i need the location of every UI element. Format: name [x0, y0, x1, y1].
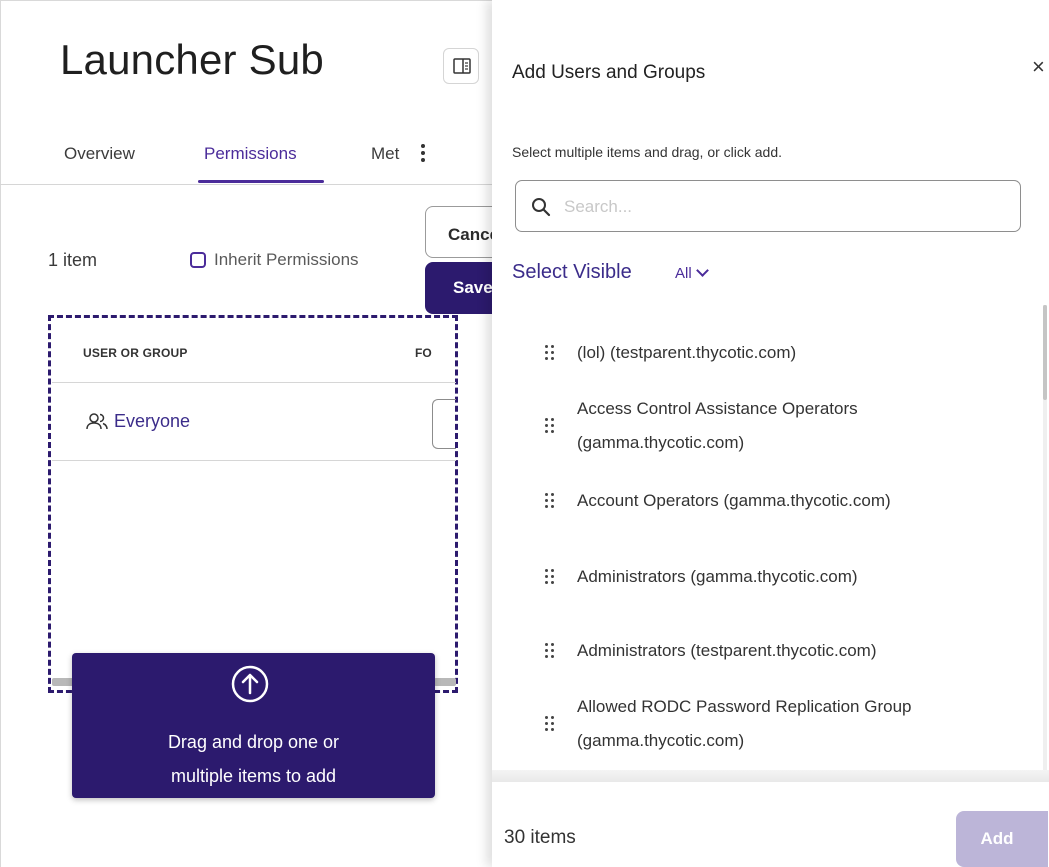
panel-toggle-icon	[453, 58, 471, 74]
header-divider	[52, 382, 456, 383]
tab-overview[interactable]: Overview	[64, 144, 135, 164]
drag-handle-icon[interactable]	[545, 493, 555, 509]
users-icon	[86, 413, 108, 430]
table-row-user[interactable]: Everyone	[86, 411, 190, 432]
drag-handle-icon[interactable]	[545, 643, 555, 659]
drag-handle-icon[interactable]	[545, 716, 555, 732]
horizontal-scroll-right[interactable]	[434, 678, 456, 686]
drawer-hint: Select multiple items and drag, or click…	[512, 144, 783, 160]
row-divider	[52, 460, 456, 461]
active-tab-indicator	[198, 180, 324, 183]
drag-drop-line-1: Drag and drop one or	[167, 732, 340, 752]
add-button[interactable]: Add	[956, 811, 1048, 867]
select-all-dropdown[interactable]: All	[675, 264, 709, 282]
tab-metadata[interactable]: Met	[371, 144, 399, 164]
list-item-label: Allowed RODC Password Replication Group	[577, 697, 912, 716]
chevron-down-icon	[695, 264, 709, 277]
footer-item-count: 30 items	[504, 827, 576, 848]
drag-handle-icon[interactable]	[545, 569, 555, 585]
panel-toggle-button[interactable]	[443, 48, 479, 84]
drawer-title: Add Users and Groups	[512, 62, 706, 83]
close-icon[interactable]: ×	[1032, 54, 1045, 80]
checkbox-box[interactable]	[190, 252, 206, 268]
select-visible-button[interactable]: Select Visible	[512, 261, 632, 284]
more-vertical-icon[interactable]	[419, 142, 427, 166]
list-item[interactable]: (lol) (testparent.thycotic.com)	[492, 336, 1042, 370]
list-item-label: Administrators (testparent.thycotic.com)	[577, 641, 877, 660]
item-count: 1 item	[48, 250, 98, 270]
search-icon	[532, 198, 551, 217]
row-user-name[interactable]: Everyone	[114, 411, 190, 431]
list-item[interactable]: Allowed RODC Password Replication Group …	[492, 690, 1042, 758]
list-item-label: Account Operators (gamma.thycotic.com)	[577, 491, 891, 510]
select-all-label: All	[675, 265, 692, 282]
list-item-label: Access Control Assistance Operators	[577, 399, 858, 418]
add-users-drawer: Add Users and Groups × Select multiple i…	[492, 0, 1049, 867]
search-field[interactable]	[515, 180, 1021, 232]
drag-drop-overlay: Drag and drop one or multiple items to a…	[72, 653, 435, 798]
list-scrollbar-thumb[interactable]	[1043, 305, 1047, 400]
column-header-user-or-group[interactable]: USER OR GROUP	[83, 346, 188, 360]
page-title: Launcher Sub	[60, 36, 324, 83]
inherit-permissions-label: Inherit Permissions	[214, 250, 359, 269]
drag-handle-icon[interactable]	[545, 345, 555, 361]
list-item[interactable]: Administrators (gamma.thycotic.com)	[492, 560, 1042, 594]
list-item[interactable]: Administrators (testparent.thycotic.com)	[492, 634, 1042, 668]
drag-drop-text: Drag and drop one or multiple items to a…	[72, 725, 435, 793]
list-item-label: Administrators (gamma.thycotic.com)	[577, 567, 858, 586]
upload-arrow-icon	[231, 665, 269, 703]
tab-bar: Overview Permissions Met	[0, 120, 495, 185]
list-bottom-fade	[492, 770, 1049, 782]
horizontal-scroll-left[interactable]	[52, 678, 74, 686]
drag-drop-line-2: multiple items to add	[170, 766, 337, 786]
tab-permissions[interactable]: Permissions	[204, 144, 297, 164]
column-header-second[interactable]: FO	[415, 346, 432, 360]
drop-zone[interactable]	[48, 315, 458, 693]
row-permission-select[interactable]	[432, 399, 456, 449]
inherit-permissions-checkbox[interactable]: Inherit Permissions	[190, 250, 359, 270]
list-item[interactable]: Access Control Assistance Operators (gam…	[492, 392, 1042, 460]
drag-handle-icon[interactable]	[545, 418, 555, 434]
list-item-label: (lol) (testparent.thycotic.com)	[577, 343, 797, 362]
search-input[interactable]	[562, 193, 1006, 221]
list-item-sublabel: (gamma.thycotic.com)	[577, 731, 745, 750]
list-item[interactable]: Account Operators (gamma.thycotic.com)	[492, 484, 1042, 518]
list-item-sublabel: (gamma.thycotic.com)	[577, 433, 745, 452]
